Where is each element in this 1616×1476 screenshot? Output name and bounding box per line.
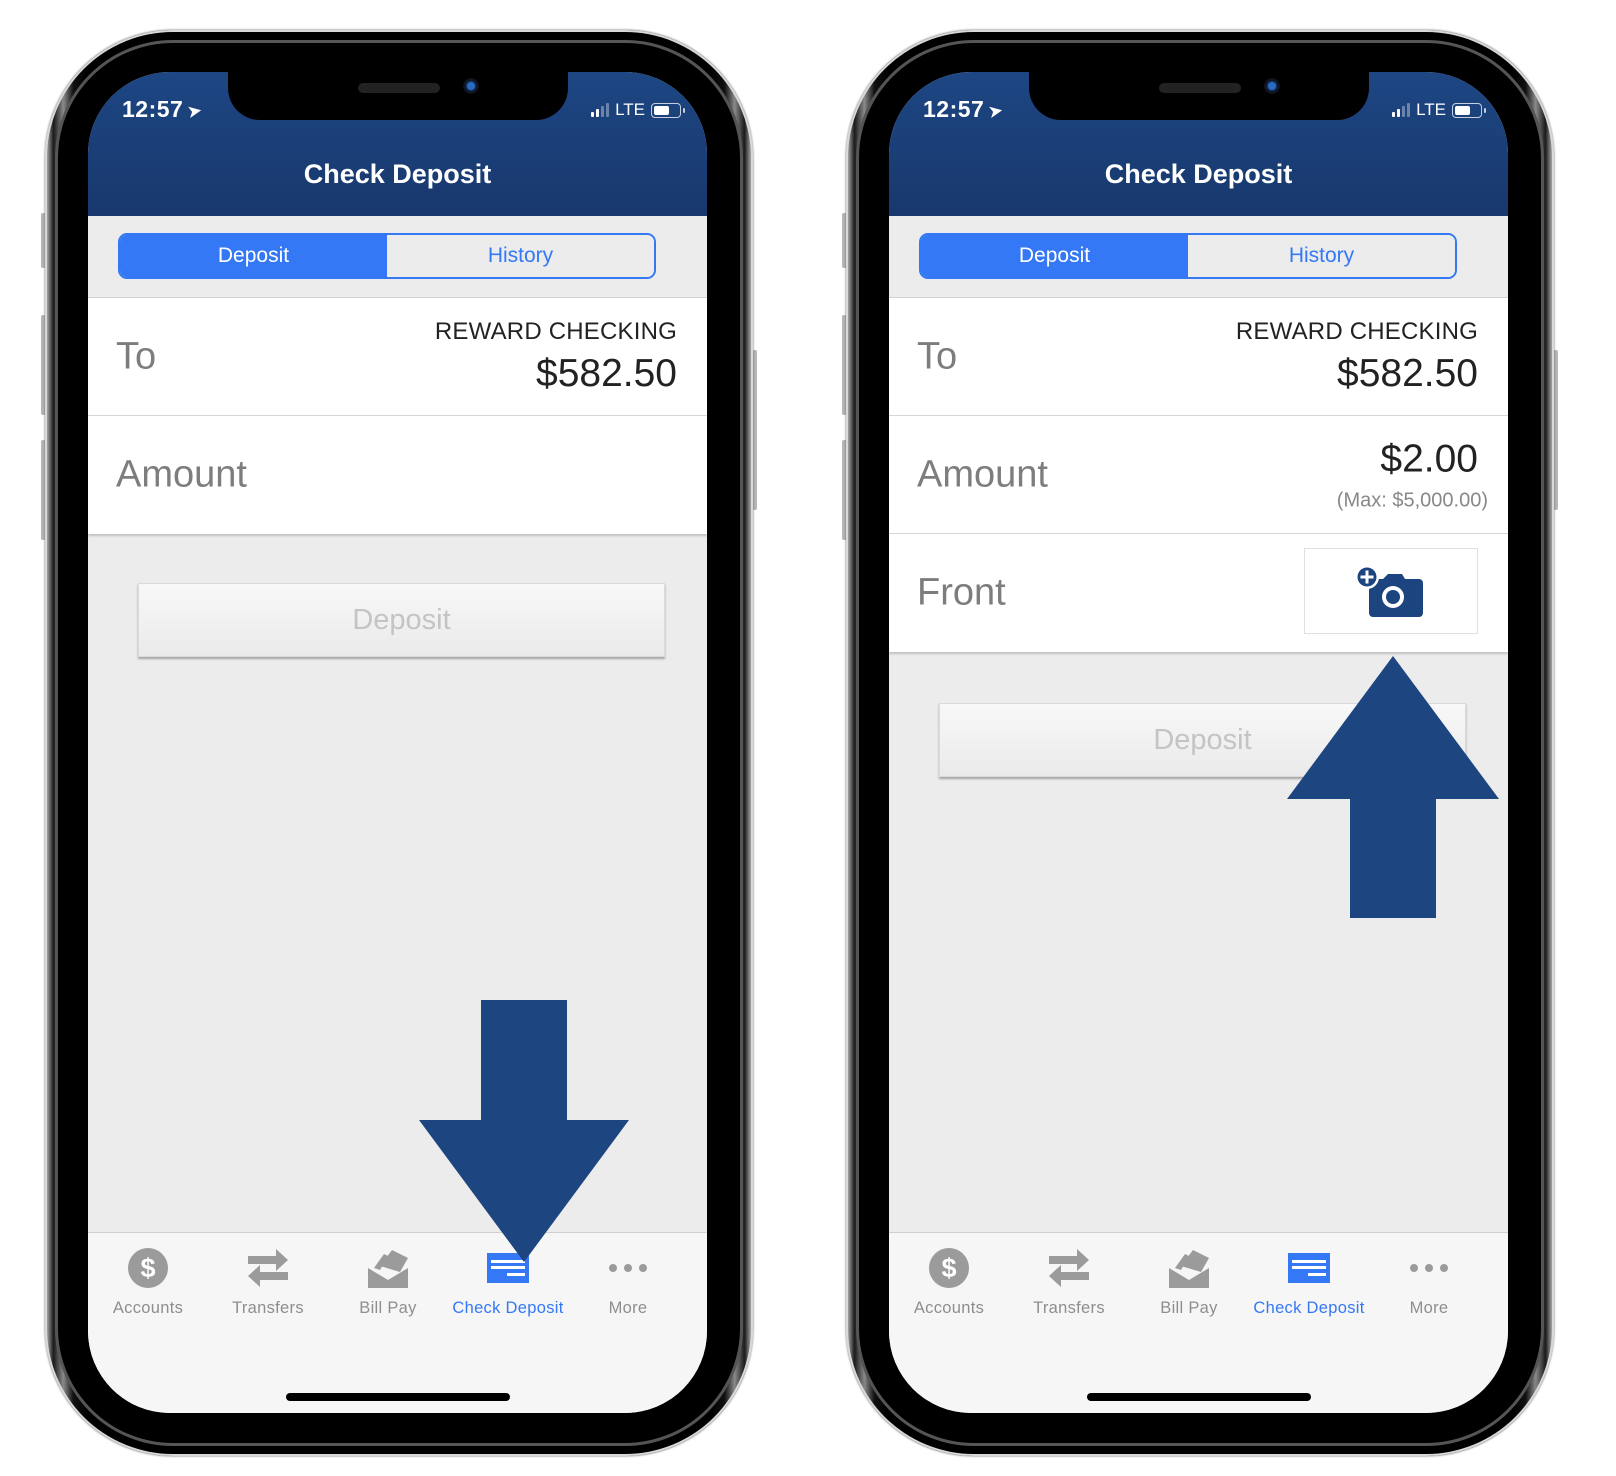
to-account-row[interactable]: To REWARD CHECKING $582.50 [88, 298, 707, 416]
tab-label: Transfers [1033, 1299, 1105, 1317]
svg-text:$: $ [941, 1253, 956, 1283]
account-balance: $582.50 [1337, 351, 1478, 395]
front-image-row: Front [889, 534, 1508, 652]
amount-input[interactable]: $2.00 (Max: $5,000.00) [1337, 437, 1488, 512]
more-dots-icon [1369, 1243, 1489, 1293]
front-camera [1264, 78, 1280, 94]
amount-row[interactable]: Amount [88, 416, 707, 534]
network-type: LTE [615, 100, 645, 119]
tab-label: Bill Pay [359, 1299, 417, 1317]
tab-label: Check Deposit [452, 1299, 564, 1317]
battery-icon [1452, 102, 1486, 118]
tab-transfers[interactable]: Transfers [1009, 1243, 1129, 1318]
notch [1029, 72, 1369, 120]
deposit-button[interactable]: Deposit [138, 583, 665, 657]
page-title: Check Deposit [1104, 159, 1293, 189]
amount-value: $2.00 [1380, 437, 1478, 480]
location-arrow-icon: ➤ [185, 99, 205, 123]
signal-strength-icon [591, 103, 610, 117]
network-type: LTE [1416, 100, 1446, 119]
notch [228, 72, 568, 120]
speaker [1159, 83, 1241, 93]
amount-max-note: (Max: $5,000.00) [1336, 489, 1488, 511]
location-arrow-icon: ➤ [986, 99, 1006, 123]
tab-label: Bill Pay [1160, 1299, 1218, 1317]
home-indicator[interactable] [1086, 1393, 1311, 1401]
annotation-arrow-down [419, 1000, 629, 1262]
tab-bar: $ Accounts Transfers Bill Pay Check Depo… [889, 1232, 1508, 1413]
dollar-circle-icon: $ [88, 1243, 208, 1293]
tab-label: More [608, 1299, 648, 1317]
tab-label: More [1409, 1299, 1449, 1317]
add-camera-icon [1355, 565, 1423, 617]
signal-strength-icon [1392, 103, 1411, 117]
annotation-arrow-up [1287, 656, 1499, 918]
segmented-control: Deposit History [118, 233, 656, 279]
svg-text:$: $ [140, 1253, 155, 1283]
status-time: 12:57 ➤ [923, 96, 1006, 123]
front-camera [463, 78, 479, 94]
tab-accounts[interactable]: $ Accounts [88, 1243, 208, 1318]
status-time: 12:57 ➤ [122, 96, 205, 123]
segment-deposit[interactable]: Deposit [120, 235, 387, 277]
tab-label: Accounts [913, 1299, 985, 1317]
phone-left: 12:57 ➤ LTE Check Deposit Deposit History… [41, 30, 757, 1456]
account-name: REWARD CHECKING [434, 317, 677, 345]
tab-transfers[interactable]: Transfers [208, 1243, 328, 1318]
deposit-form: To REWARD CHECKING $582.50 Amount $2.00 … [889, 298, 1508, 652]
to-account-info: REWARD CHECKING $582.50 [435, 318, 677, 396]
status-time-text: 12:57 [923, 96, 985, 122]
status-indicators: LTE [1392, 100, 1486, 120]
amount-label: Amount [917, 453, 1048, 495]
tab-accounts[interactable]: $ Accounts [889, 1243, 1009, 1318]
check-icon [1249, 1243, 1369, 1293]
to-account-row[interactable]: To REWARD CHECKING $582.50 [889, 298, 1508, 416]
segmented-control: Deposit History [919, 233, 1457, 279]
segment-history[interactable]: History [1188, 235, 1455, 277]
status-indicators: LTE [591, 100, 685, 120]
capture-front-button[interactable] [1304, 548, 1478, 634]
tab-more[interactable]: More [1369, 1243, 1489, 1318]
home-indicator[interactable] [285, 1393, 510, 1401]
account-balance: $582.50 [536, 351, 677, 395]
to-account-info: REWARD CHECKING $582.50 [1236, 318, 1478, 396]
tab-label: Accounts [112, 1299, 184, 1317]
to-label: To [917, 335, 958, 377]
amount-row[interactable]: Amount $2.00 (Max: $5,000.00) [889, 416, 1508, 534]
tab-bill-pay[interactable]: Bill Pay [1129, 1243, 1249, 1318]
tab-label: Check Deposit [1253, 1299, 1365, 1317]
transfer-arrows-icon [208, 1243, 328, 1293]
segment-bar: Deposit History [88, 216, 707, 298]
tab-check-deposit[interactable]: Check Deposit [1249, 1243, 1369, 1318]
segment-deposit[interactable]: Deposit [921, 235, 1188, 277]
status-time-text: 12:57 [122, 96, 184, 122]
page-title: Check Deposit [303, 159, 492, 189]
to-label: To [116, 335, 157, 377]
bill-envelope-icon [1129, 1243, 1249, 1293]
speaker [358, 83, 440, 93]
transfer-arrows-icon [1009, 1243, 1129, 1293]
segment-bar: Deposit History [889, 216, 1508, 298]
deposit-form: To REWARD CHECKING $582.50 Amount [88, 298, 707, 534]
amount-label: Amount [116, 453, 247, 496]
dollar-circle-icon: $ [889, 1243, 1009, 1293]
account-name: REWARD CHECKING [1235, 317, 1478, 345]
segment-history[interactable]: History [387, 235, 654, 277]
tab-label: Transfers [232, 1299, 304, 1317]
front-label: Front [917, 571, 1006, 614]
battery-icon [651, 102, 685, 118]
